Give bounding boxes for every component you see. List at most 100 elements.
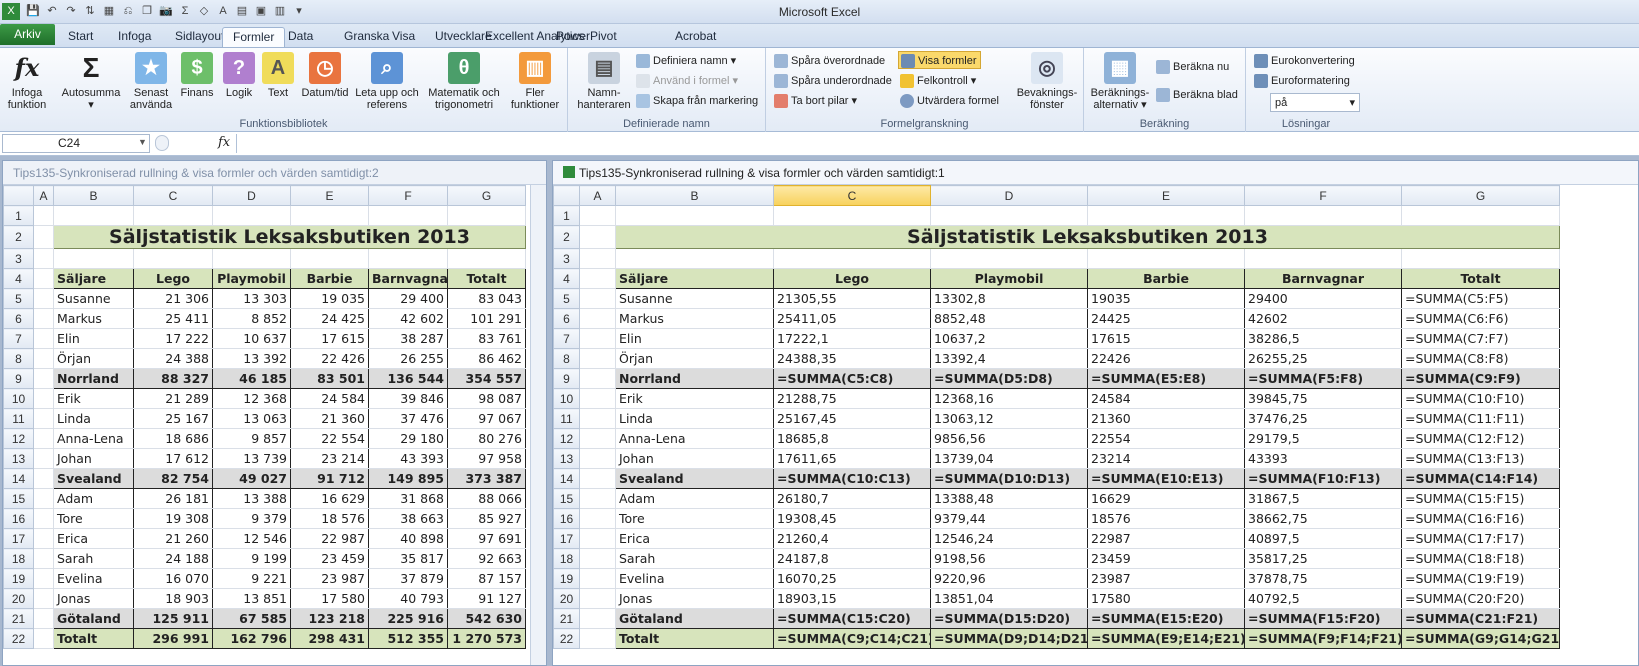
cell[interactable]: 37476,25 (1244, 408, 1402, 429)
cell[interactable]: =SUMMA(D15:D20) (930, 608, 1088, 629)
cell[interactable] (33, 288, 54, 309)
cell[interactable] (1244, 248, 1402, 269)
cell[interactable]: 31867,5 (1244, 488, 1402, 509)
row-header[interactable]: 12 (553, 428, 580, 449)
cell[interactable]: Barbie (1087, 268, 1245, 289)
cell[interactable]: 40897,5 (1244, 528, 1402, 549)
cell[interactable]: 123 218 (290, 608, 369, 629)
cell[interactable]: Götaland (615, 608, 774, 629)
cell[interactable]: 373 387 (447, 468, 526, 489)
cell[interactable]: Örjan (615, 348, 774, 369)
column-header-b[interactable]: B (53, 185, 134, 206)
row-header[interactable]: 7 (553, 328, 580, 349)
cell[interactable]: =SUMMA(E9;E14;E21) (1087, 628, 1245, 649)
cell[interactable]: Barnvagnar (368, 268, 448, 289)
cell[interactable]: 37 476 (368, 408, 448, 429)
cell[interactable]: =SUMMA(C14:F14) (1401, 468, 1560, 489)
formula-input[interactable] (236, 134, 1636, 153)
cell[interactable]: Erica (615, 528, 774, 549)
cell[interactable]: 49 027 (212, 468, 291, 489)
cell[interactable]: 8852,48 (930, 308, 1088, 329)
cell[interactable]: 149 895 (368, 468, 448, 489)
cell[interactable]: Markus (615, 308, 774, 329)
cell[interactable]: 18 686 (133, 428, 213, 449)
sheet-table-left[interactable]: A B C D E F G 1 2 Säljstatistik Leksaksbutiken 20… (3, 185, 526, 649)
cell[interactable] (579, 468, 616, 489)
cell[interactable]: 13392,4 (930, 348, 1088, 369)
cell[interactable] (579, 388, 616, 409)
row-header[interactable]: 21 (3, 608, 34, 629)
cell[interactable]: 23987 (1087, 568, 1245, 589)
cell[interactable]: 31 868 (368, 488, 448, 509)
cell[interactable] (33, 428, 54, 449)
cell[interactable]: Linda (53, 408, 134, 429)
cell[interactable]: 21 289 (133, 388, 213, 409)
cell[interactable]: 12 368 (212, 388, 291, 409)
row-header[interactable]: 8 (3, 348, 34, 369)
cell[interactable]: 13 739 (212, 448, 291, 469)
euro-select-dropdown[interactable]: på ▾ (1270, 93, 1360, 112)
cell[interactable] (1401, 205, 1560, 226)
sort-icon[interactable]: ⇅ (81, 3, 99, 20)
cell[interactable]: =SUMMA(F10:F13) (1244, 468, 1402, 489)
row-header[interactable]: 15 (3, 488, 34, 509)
cell[interactable]: 225 916 (368, 608, 448, 629)
cell[interactable]: 38286,5 (1244, 328, 1402, 349)
name-manager-button[interactable]: ▤ Namn-hanteraren (574, 52, 634, 111)
cell[interactable]: 10637,2 (930, 328, 1088, 349)
cell[interactable]: 23214 (1087, 448, 1245, 469)
workbook-window-right[interactable]: Tips135-Synkroniserad rullning & visa fo… (552, 160, 1639, 666)
cell[interactable] (579, 488, 616, 509)
cell[interactable]: 42602 (1244, 308, 1402, 329)
cell[interactable]: 35 817 (368, 548, 448, 569)
cell[interactable]: Anna-Lena (615, 428, 774, 449)
cell[interactable]: =SUMMA(C13:F13) (1401, 448, 1560, 469)
toolbar-icon[interactable]: ▾ (290, 3, 308, 20)
cell[interactable]: Götaland (53, 608, 134, 629)
row-header[interactable]: 18 (553, 548, 580, 569)
cell[interactable]: =SUMMA(E10:E13) (1087, 468, 1245, 489)
euro-convert-button[interactable]: Eurokonvertering (1254, 52, 1355, 70)
cell[interactable]: 25 167 (133, 408, 213, 429)
cell[interactable]: 22 426 (290, 348, 369, 369)
row-header[interactable]: 2 (553, 225, 580, 249)
row-header[interactable]: 9 (553, 368, 580, 389)
cell[interactable]: Adam (53, 488, 134, 509)
cell[interactable]: =SUMMA(C10:C13) (773, 468, 931, 489)
cell[interactable]: 13739,04 (930, 448, 1088, 469)
row-header[interactable]: 6 (3, 308, 34, 329)
cell[interactable] (33, 448, 54, 469)
row-header[interactable]: 4 (3, 268, 34, 289)
cell[interactable]: Playmobil (212, 268, 291, 289)
row-header[interactable]: 7 (3, 328, 34, 349)
autosum-button[interactable]: Σ Autosumma ▾ (58, 52, 124, 112)
math-button[interactable]: θ Matematik och trigonometri (424, 52, 504, 111)
cell[interactable]: Säljare (53, 268, 134, 289)
watch-window-button[interactable]: ◎ Bevaknings-fönster (1014, 52, 1080, 111)
row-header[interactable]: 15 (553, 488, 580, 509)
cell[interactable]: 26180,7 (773, 488, 931, 509)
row-header[interactable]: 17 (3, 528, 34, 549)
cell[interactable]: 91 712 (290, 468, 369, 489)
cell[interactable]: 17 580 (290, 588, 369, 609)
cell[interactable]: 88 327 (133, 368, 213, 389)
cell[interactable]: 97 691 (447, 528, 526, 549)
cell[interactable] (33, 348, 54, 369)
cell[interactable] (1244, 205, 1402, 226)
cell[interactable]: Norrland (53, 368, 134, 389)
cell[interactable] (1087, 205, 1245, 226)
cell[interactable] (33, 328, 54, 349)
save-icon[interactable]: 💾 (24, 3, 42, 20)
redo-icon[interactable]: ↷ (62, 3, 80, 20)
format-icon[interactable]: ▤ (233, 3, 251, 20)
row-header[interactable]: 18 (3, 548, 34, 569)
cell[interactable] (33, 608, 54, 629)
cell[interactable]: 354 557 (447, 368, 526, 389)
cell[interactable]: 97 958 (447, 448, 526, 469)
cell[interactable]: 86 462 (447, 348, 526, 369)
undo-icon[interactable]: ↶ (43, 3, 61, 20)
cell[interactable] (33, 408, 54, 429)
recent-button[interactable]: ★ Senast använda (126, 52, 176, 111)
sheet-table-right[interactable]: A B C D E F G 1 2 Säljstatistik Leksaksbutiken 20… (553, 185, 1560, 649)
cell[interactable] (33, 568, 54, 589)
